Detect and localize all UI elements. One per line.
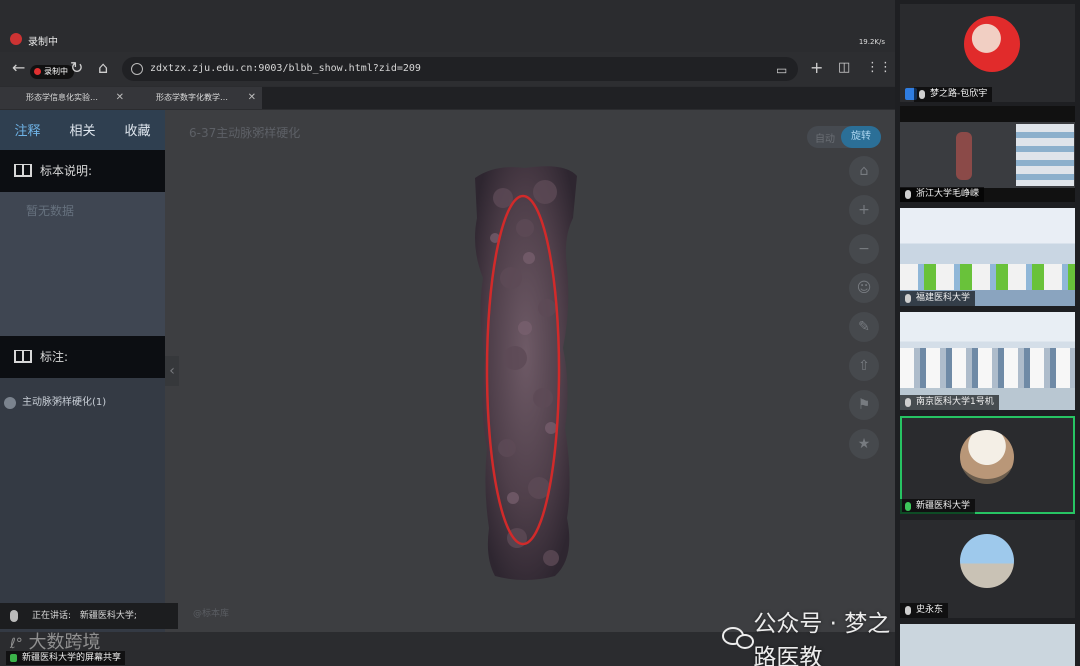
tab-annotation[interactable]: 注释 (0, 110, 55, 150)
participant-tile[interactable]: 浙江大学毛峥嵘 (900, 106, 1075, 202)
rotate-toggle[interactable]: 自动 旋转 (807, 126, 881, 148)
wechat-watermark: 公众号 · 梦之路医教 (722, 604, 895, 666)
participant-name: 福建医科大学 (900, 291, 976, 306)
browser-toolbar: ← 录制中 ↻ ⌂ zdxtzx.zju.edu.cn:9003/blbb_sh… (0, 52, 895, 86)
browser-tab[interactable]: 形态学数字化教学… ✕ (130, 87, 262, 109)
user-icon[interactable]: ☺ (849, 273, 879, 303)
address-bar[interactable]: zdxtzx.zju.edu.cn:9003/blbb_show.html?zi… (122, 57, 798, 81)
wechat-icon (722, 625, 754, 651)
specimen-desc-title: 标本说明: (40, 164, 93, 178)
avatar (960, 534, 1014, 588)
annotation-sidebar: 注释 相关 收藏 标本说明: 暂无数据 标注: 主动脉粥样硬化(1) (0, 110, 165, 632)
viewer-toolbar: ⌂ + − ☺ ✎ ⇧ ⚑ ★ (849, 156, 881, 468)
participant-tile-active[interactable]: 新疆医科大学 (900, 416, 1075, 514)
participant-gallery: 梦之路-包欣宇 浙江大学毛峥嵘 福建医科大学 南京医科大学1号机 新疆医科大学 … (895, 0, 1080, 666)
home-nav-icon[interactable]: ⌂ (98, 60, 108, 76)
book-icon (14, 164, 32, 177)
meeting-window: 录制中 19.2K/s ← 录制中 ↻ ⌂ zdxtzx.zju.edu.cn:… (0, 0, 1080, 666)
edit-icon[interactable]: ✎ (849, 312, 879, 342)
book-icon (14, 350, 32, 363)
close-icon[interactable]: ✕ (248, 87, 256, 109)
avatar (964, 16, 1020, 72)
participant-name: 新疆医科大学 (900, 499, 976, 514)
recording-label: 录制中 (28, 37, 58, 48)
no-data-text: 暂无数据 (0, 192, 165, 336)
participant-tile[interactable]: 福建医科大学 (900, 208, 1075, 306)
video-thumbnail (900, 264, 1075, 290)
specimen-image (475, 166, 577, 580)
participant-tile[interactable]: 梦之路-包欣宇 (900, 4, 1075, 102)
star-icon[interactable]: ★ (849, 429, 879, 459)
annotation-title: 标注: (40, 350, 69, 364)
microphone-icon (10, 610, 18, 622)
home-icon[interactable]: ⌂ (849, 156, 879, 186)
zoom-in-icon[interactable]: + (849, 195, 879, 225)
sidebar-toggle-icon[interactable]: ◫ (838, 60, 850, 76)
tab-favorites[interactable]: 收藏 (110, 110, 165, 150)
toggle-on-label: 旋转 (841, 126, 881, 148)
annotation-item[interactable]: 主动脉粥样硬化(1) (4, 396, 106, 410)
new-tab-icon[interactable]: + (810, 60, 823, 76)
collapse-sidebar-icon[interactable]: ‹ (165, 356, 179, 386)
screen-share-area: 录制中 19.2K/s ← 录制中 ↻ ⌂ zdxtzx.zju.edu.cn:… (0, 0, 895, 666)
annotation-header: 标注: (0, 336, 165, 378)
recording-bar: 录制中 19.2K/s (0, 30, 895, 50)
tab-title: 形态学数字化教学… (156, 93, 228, 102)
browser-tab[interactable]: 形态学信息化实验… ✕ (0, 87, 130, 109)
watermark-text: 大数跨境 (28, 632, 101, 653)
close-icon[interactable]: ✕ (116, 87, 124, 109)
upload-icon[interactable]: ⇧ (849, 351, 879, 381)
web-page: 注释 相关 收藏 标本说明: 暂无数据 标注: 主动脉粥样硬化(1) 6-37主… (0, 110, 895, 632)
speaking-name: 新疆医科大学; (79, 611, 137, 621)
participant-name: 史永东 (900, 603, 949, 618)
network-status: 19.2K/s (858, 38, 885, 46)
screen-share-label: 新疆医科大学的屏幕共享 (6, 651, 126, 665)
recording-pill: 录制中 (30, 65, 74, 79)
participant-name: 梦之路-包欣宇 (914, 87, 993, 102)
back-icon[interactable]: ← (12, 60, 25, 76)
reload-icon[interactable]: ↻ (70, 60, 83, 76)
screen-cast-icon[interactable]: ▭ (776, 62, 787, 78)
more-menu-icon[interactable]: ⋮⋮ (866, 60, 892, 76)
video-thumbnail (956, 132, 972, 180)
footnote: @标本库 (193, 609, 230, 619)
specimen-desc-header: 标本说明: (0, 150, 165, 192)
participant-tile[interactable]: 南京医科大学1号机 (900, 312, 1075, 410)
tab-related[interactable]: 相关 (55, 110, 110, 150)
participant-tile[interactable]: 史永东 (900, 520, 1075, 618)
participant-name: 南京医科大学1号机 (900, 395, 999, 410)
video-thumbnail (900, 348, 1075, 388)
wechat-text: 公众号 · 梦之路医教 (753, 611, 891, 666)
tab-title: 形态学信息化实验… (26, 93, 98, 102)
url-text: zdxtzx.zju.edu.cn:9003/blbb_show.html?zi… (150, 63, 421, 74)
participant-name: 浙江大学毛峥嵘 (900, 187, 985, 202)
specimen-viewer: 6-37主动脉粥样硬化 自动 旋转 ‹ ⌂ + − ☺ ✎ ⇧ ⚑ ★ @标本库 (165, 110, 895, 632)
specimen-title: 6-37主动脉粥样硬化 (189, 126, 301, 140)
speaking-label: 正在讲话: (32, 611, 72, 621)
sidebar-tabs: 注释 相关 收藏 (0, 110, 165, 150)
recording-icon (10, 33, 22, 45)
watermark-logo-icon: ℓ° (10, 636, 23, 652)
browser-tabs: 形态学信息化实验… ✕ 形态学数字化教学… ✕ (0, 87, 895, 109)
pin-icon[interactable]: ⚑ (849, 390, 879, 420)
site-info-icon[interactable] (131, 63, 143, 75)
toggle-off-label: 自动 (815, 134, 835, 145)
video-thumbnail (1016, 124, 1074, 186)
participant-tile[interactable] (900, 624, 1075, 666)
active-speaker-indicator: 正在讲话: 新疆医科大学; (0, 603, 178, 629)
zoom-out-icon[interactable]: − (849, 234, 879, 264)
avatar (960, 430, 1014, 484)
